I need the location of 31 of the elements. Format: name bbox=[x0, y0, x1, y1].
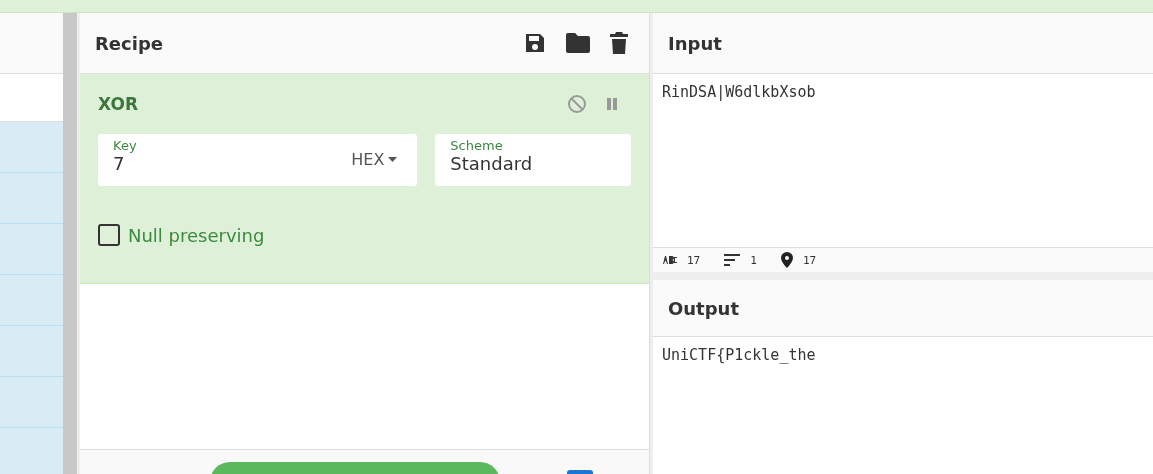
format-dropdown[interactable]: HEX bbox=[351, 150, 398, 169]
operation-row[interactable] bbox=[0, 428, 63, 474]
checkbox[interactable] bbox=[98, 224, 120, 246]
cursor-position: 17 bbox=[802, 253, 817, 267]
checkbox-label: Null preserving bbox=[128, 224, 265, 246]
save-icon[interactable] bbox=[523, 31, 547, 55]
operation-row[interactable] bbox=[0, 377, 63, 428]
scheme-select[interactable]: Scheme Standard bbox=[435, 134, 631, 186]
location-pin-icon bbox=[780, 252, 793, 268]
operation-name: XOR bbox=[98, 94, 139, 114]
panel-title: Input bbox=[668, 32, 722, 54]
pause-icon[interactable] bbox=[605, 96, 619, 112]
operation-row[interactable] bbox=[0, 122, 63, 173]
caret-icon bbox=[388, 157, 398, 162]
text-length-icon bbox=[663, 256, 677, 264]
panel-title: Recipe bbox=[95, 32, 163, 54]
lines-icon bbox=[724, 254, 741, 266]
trash-icon[interactable] bbox=[609, 31, 629, 55]
operation-row[interactable] bbox=[0, 275, 63, 326]
input-text: RinDSA|W6dlkbXsob bbox=[662, 83, 816, 101]
output-text: UniCTF{P1ckle_the bbox=[662, 346, 816, 364]
line-count: 1 bbox=[750, 253, 757, 267]
disable-icon[interactable] bbox=[567, 94, 587, 114]
folder-icon[interactable] bbox=[565, 32, 591, 54]
resize-handle[interactable] bbox=[63, 13, 80, 474]
length-count: 17 bbox=[687, 253, 701, 267]
operation-row[interactable] bbox=[0, 224, 63, 275]
key-field[interactable]: Key 7 HEX bbox=[98, 134, 418, 186]
operation-row[interactable] bbox=[0, 326, 63, 377]
panel-title: Output bbox=[668, 297, 740, 319]
operation-row[interactable] bbox=[0, 173, 63, 224]
